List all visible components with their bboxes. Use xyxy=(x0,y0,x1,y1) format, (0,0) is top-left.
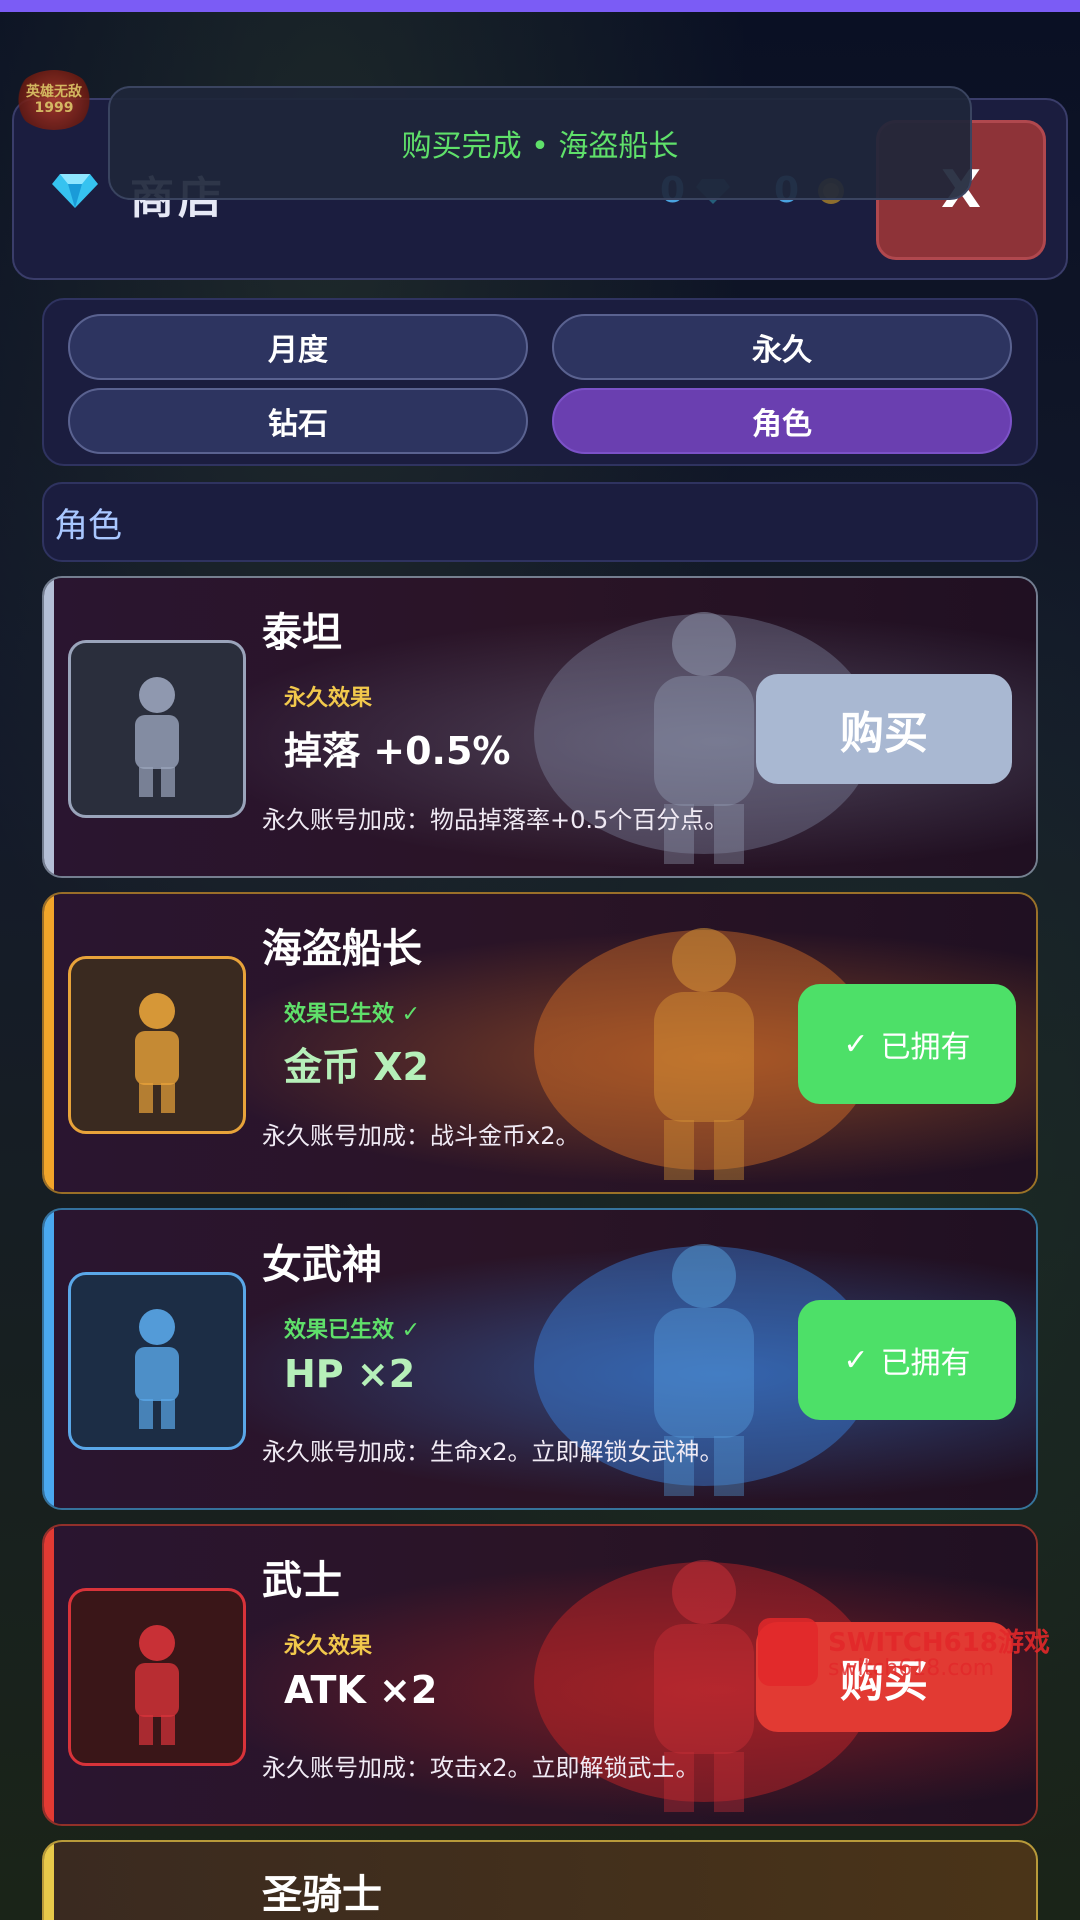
effect-tag: 效果已生效 ✓ xyxy=(284,1318,421,1343)
card-accent-bar xyxy=(44,1526,54,1824)
check-icon: ✓ xyxy=(843,1026,869,1062)
effect-value: ATK ×2 xyxy=(284,1668,438,1712)
owned-label: 已拥有 xyxy=(880,1346,971,1381)
character-portrait xyxy=(68,1588,246,1766)
card-pirate-captain: 海盗船长 效果已生效 ✓ 金币 X2 永久账号加成：战斗金币x2。 ✓ 已拥有 xyxy=(42,892,1038,1194)
effect-tag: 效果已生效 ✓ xyxy=(284,1002,421,1027)
owned-button: ✓ 已拥有 xyxy=(798,984,1016,1104)
card-name: 圣骑士 xyxy=(262,1872,382,1918)
character-portrait xyxy=(68,1272,246,1450)
purchase-toast: 购买完成 • 海盗船长 xyxy=(108,86,972,200)
character-avatar-icon xyxy=(135,677,179,797)
check-icon: ✓ xyxy=(843,1342,869,1378)
game-logo: 英雄无敌1999 xyxy=(14,70,94,130)
card-accent-bar xyxy=(44,578,54,876)
tab-permanent[interactable]: 永久 xyxy=(552,314,1012,380)
buy-button[interactable]: 购买 xyxy=(756,674,1012,784)
character-portrait xyxy=(68,956,246,1134)
effect-tag: 永久效果 xyxy=(284,1634,373,1659)
character-portrait xyxy=(68,640,246,818)
diamond-icon xyxy=(52,174,98,208)
card-titan: 泰坦 永久效果 掉落 +0.5% 永久账号加成：物品掉落率+0.5个百分点。 购… xyxy=(42,576,1038,878)
watermark-line2: switch618.com xyxy=(828,1656,995,1681)
card-name: 武士 xyxy=(262,1558,342,1604)
card-name: 女武神 xyxy=(262,1242,382,1288)
character-avatar-icon xyxy=(135,1309,179,1429)
card-paladin: 圣骑士 xyxy=(42,1840,1038,1920)
card-description: 永久账号加成：生命x2。立即解锁女武神。 xyxy=(262,1438,724,1466)
watermark-line1: SWITCH618游戏 xyxy=(828,1628,1050,1658)
card-description: 永久账号加成：战斗金币x2。 xyxy=(262,1122,580,1150)
owned-button: ✓ 已拥有 xyxy=(798,1300,1016,1420)
effect-tag: 永久效果 xyxy=(284,686,373,711)
character-avatar-icon xyxy=(135,1625,179,1745)
owned-label: 已拥有 xyxy=(880,1030,971,1065)
category-tabs: 月度 永久 钻石 角色 xyxy=(42,298,1038,466)
effect-value: HP ×2 xyxy=(284,1352,416,1396)
card-accent-bar xyxy=(44,894,54,1192)
top-accent-bar xyxy=(0,0,1080,12)
tab-diamond[interactable]: 钻石 xyxy=(68,388,528,454)
tab-monthly[interactable]: 月度 xyxy=(68,314,528,380)
card-description: 永久账号加成：攻击x2。立即解锁武士。 xyxy=(262,1754,700,1782)
switch-logo-icon xyxy=(758,1618,818,1686)
card-description: 永久账号加成：物品掉落率+0.5个百分点。 xyxy=(262,806,729,834)
shop-screen: 商店 0 0 X 英雄无敌1999 购买完成 • 海盗船长 月度 永久 钻石 角… xyxy=(0,0,1080,1920)
watermark: SWITCH618游戏 switch618.com xyxy=(758,1618,1058,1688)
character-avatar-icon xyxy=(135,993,179,1113)
card-valkyrie: 女武神 效果已生效 ✓ HP ×2 永久账号加成：生命x2。立即解锁女武神。 ✓… xyxy=(42,1208,1038,1510)
effect-value: 掉落 +0.5% xyxy=(284,729,511,773)
card-accent-bar xyxy=(44,1842,54,1920)
effect-value: 金币 X2 xyxy=(284,1045,429,1089)
section-title: 角色 xyxy=(42,482,1038,562)
card-name: 泰坦 xyxy=(262,610,342,656)
tab-character[interactable]: 角色 xyxy=(552,388,1012,454)
card-accent-bar xyxy=(44,1210,54,1508)
card-name: 海盗船长 xyxy=(262,926,422,972)
